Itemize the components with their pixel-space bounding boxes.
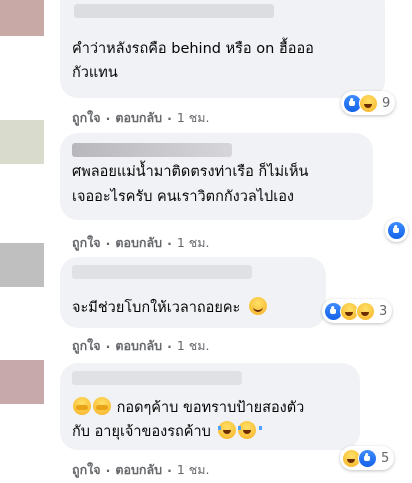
reaction-summary[interactable]: 5 <box>340 446 395 470</box>
comment-text: กับ อายุเจ้าของรถค้าบ <box>72 424 211 440</box>
comment-bubble: ศพลอยแม่น้ำมาติดตรงท่าเรือ ก็ไม่เห็น เจอ… <box>60 133 373 220</box>
reaction-count: 5 <box>381 450 390 466</box>
joy-emoji-icon <box>218 421 243 439</box>
comment-actions: ถูกใจ · ตอบกลับ · 1 ชม. <box>72 460 209 480</box>
comment-text: จะมีช่วยโบกให้เวลาถอยคะ <box>72 300 241 316</box>
reply-link[interactable]: ตอบกลับ <box>115 108 162 128</box>
like-icon <box>387 220 406 240</box>
hug-emoji-icon <box>73 397 91 415</box>
reaction-summary[interactable]: 3 <box>322 299 393 323</box>
blurred-name <box>72 371 242 385</box>
comment-text-line: กัวแทน <box>72 65 118 81</box>
like-link[interactable]: ถูกใจ <box>72 108 101 128</box>
comment-actions: ถูกใจ · ตอบกลับ · 1 ชม. <box>72 108 209 128</box>
timestamp[interactable]: 1 ชม. <box>177 460 210 480</box>
comment-bubble: คำว่าหลังรถคือ behind หรือ on ฮื้อออ กัว… <box>60 0 385 98</box>
avatar[interactable] <box>0 243 44 287</box>
haha-icon <box>359 93 378 113</box>
smile-emoji-icon <box>248 297 267 315</box>
like-icon <box>358 448 377 468</box>
comment-text-line: คำว่าหลังรถคือ behind หรือ on ฮื้อออ <box>72 41 314 57</box>
blurred-name <box>72 143 232 157</box>
reply-link[interactable]: ตอบกลับ <box>115 336 162 356</box>
separator-dot: · <box>167 462 172 478</box>
avatar[interactable] <box>0 360 44 404</box>
like-link[interactable]: ถูกใจ <box>72 460 101 480</box>
comment-bubble: กอดๆค้าบ ขอทราบป้ายสองตัว กับ อายุเจ้าขอ… <box>60 363 360 450</box>
separator-dot: · <box>105 462 111 478</box>
reply-link[interactable]: ตอบกลับ <box>115 460 162 480</box>
joy-emoji-icon <box>238 421 263 439</box>
comment-text-line: กับ อายุเจ้าของรถค้าบ <box>72 421 263 444</box>
blurred-name <box>74 4 274 18</box>
comment-actions: ถูกใจ · ตอบกลับ · 1 ชม. <box>72 336 209 356</box>
blurred-name <box>72 265 252 279</box>
reply-link[interactable]: ตอบกลับ <box>115 233 162 253</box>
reaction-summary[interactable]: 9 <box>341 91 396 115</box>
separator-dot: · <box>167 338 172 354</box>
comment-text-line: กอดๆค้าบ ขอทราบป้ายสองตัว <box>72 397 304 420</box>
separator-dot: · <box>167 110 172 126</box>
separator-dot: · <box>105 110 111 126</box>
comment-text-line: เจออะไรครับ คนเราวิตกกังวลไปเอง <box>72 189 295 205</box>
comment-text-line: ศพลอยแม่น้ำมาติดตรงท่าเรือ ก็ไม่เห็น <box>72 164 309 180</box>
avatar[interactable] <box>0 0 44 36</box>
timestamp[interactable]: 1 ชม. <box>177 233 210 253</box>
avatar[interactable] <box>0 120 44 164</box>
comment-bubble: จะมีช่วยโบกให้เวลาถอยคะ <box>60 257 326 328</box>
comment-actions: ถูกใจ · ตอบกลับ · 1 ชม. <box>72 233 209 253</box>
reaction-count: 9 <box>382 95 391 111</box>
haha-icon <box>356 301 375 321</box>
separator-dot: · <box>105 235 111 251</box>
timestamp[interactable]: 1 ชม. <box>177 108 210 128</box>
hug-emoji-icon <box>93 397 111 415</box>
reaction-summary[interactable] <box>385 218 408 242</box>
reaction-count: 3 <box>379 303 388 319</box>
comment-text-line: จะมีช่วยโบกให้เวลาถอยคะ <box>72 297 268 320</box>
comment-text: กอดๆค้าบ ขอทราบป้ายสองตัว <box>116 400 305 416</box>
separator-dot: · <box>167 235 172 251</box>
separator-dot: · <box>105 338 111 354</box>
like-link[interactable]: ถูกใจ <box>72 336 101 356</box>
timestamp[interactable]: 1 ชม. <box>177 336 210 356</box>
like-link[interactable]: ถูกใจ <box>72 233 101 253</box>
